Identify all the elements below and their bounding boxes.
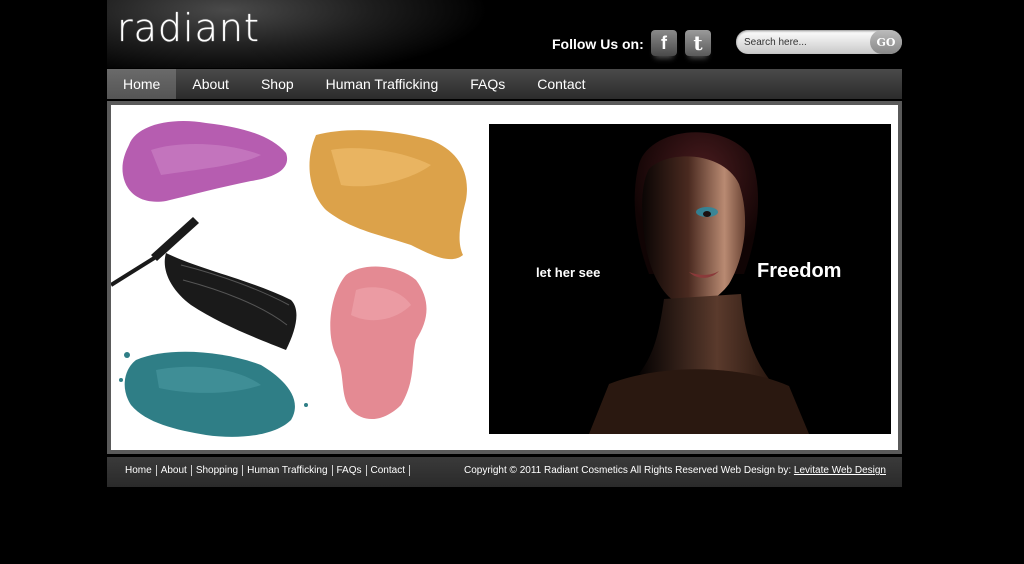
footer-link-contact[interactable]: Contact [367, 465, 410, 476]
copyright-text: Copyright © 2011 Radiant Cosmetics All R… [464, 465, 886, 476]
footer-links: Home About Shopping Human Trafficking FA… [121, 465, 410, 476]
nav-shop[interactable]: Shop [245, 69, 310, 99]
credit-link[interactable]: Levitate Web Design [794, 465, 886, 476]
footer-link-faqs[interactable]: FAQs [333, 465, 367, 476]
hero-panel: let her see Freedom [111, 105, 898, 450]
twitter-icon[interactable]: t [685, 30, 711, 56]
footer-link-human-trafficking[interactable]: Human Trafficking [243, 465, 333, 476]
hero-tagline-big: Freedom [757, 260, 842, 282]
footer-link-home[interactable]: Home [121, 465, 157, 476]
footer-link-shopping[interactable]: Shopping [192, 465, 244, 476]
facebook-icon[interactable]: f [651, 30, 677, 56]
search-input[interactable] [744, 34, 864, 50]
copyright-label: Copyright © 2011 Radiant Cosmetics All R… [463, 465, 792, 476]
nav-human-trafficking[interactable]: Human Trafficking [310, 69, 455, 99]
header: radiant Follow Us on: f t GO [107, 0, 902, 68]
nav-faqs[interactable]: FAQs [454, 69, 521, 99]
gold-eyeshadow-swatch [309, 130, 467, 260]
search-box: GO [736, 30, 902, 54]
mascara-wand [151, 217, 199, 261]
nav-about[interactable]: About [176, 69, 245, 99]
makeup-swatches-image [111, 121, 467, 437]
teal-eyeshadow-swatch [124, 351, 295, 437]
site-logo[interactable]: radiant [117, 6, 260, 50]
hero-tagline-small: let her see [536, 265, 601, 280]
nav-home[interactable]: Home [107, 69, 177, 99]
main-nav: Home About Shop Human Trafficking FAQs C… [107, 69, 902, 99]
page-wrapper: radiant Follow Us on: f t GO Home About … [107, 0, 902, 564]
mascara-stroke [164, 253, 297, 350]
follow-us-label: Follow Us on: [552, 36, 644, 52]
hero-banner: let her see Freedom [107, 101, 902, 454]
search-go-button[interactable]: GO [870, 30, 902, 54]
nav-contact[interactable]: Contact [521, 69, 601, 99]
footer: Home About Shopping Human Trafficking FA… [107, 457, 902, 487]
footer-link-about[interactable]: About [157, 465, 192, 476]
model-photo: let her see Freedom [489, 124, 891, 434]
